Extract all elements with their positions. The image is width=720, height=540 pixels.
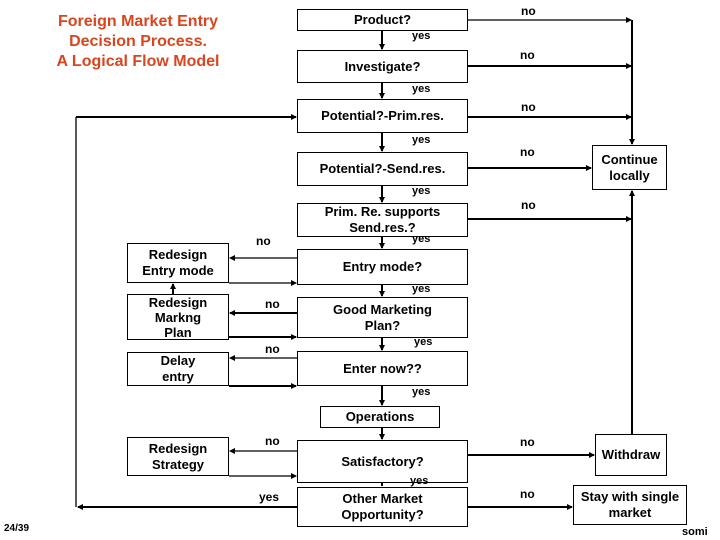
node-potential-prim-label: Potential?-Prim.res. xyxy=(321,108,444,123)
title-line-2: Decision Process. xyxy=(69,33,207,50)
node-operations-label: Operations xyxy=(345,409,415,424)
label-yes: yes xyxy=(414,336,433,348)
title-line-1: Foreign Market Entry xyxy=(57,13,219,30)
node-potential-prim: Potential?-Prim.res. xyxy=(297,99,468,133)
node-redesign-strategy-line-2: Strategy xyxy=(151,456,205,472)
label-no: no xyxy=(265,434,280,448)
node-prim-supports-line-1: Prim. Re. supports xyxy=(324,204,441,219)
node-continue-locally-line-1: Continue xyxy=(601,151,658,167)
label-yes: yes xyxy=(259,490,280,504)
node-good-marketing: Good Marketing Plan? xyxy=(297,297,468,338)
label-yes: yes xyxy=(412,30,431,42)
label-yes: yes xyxy=(412,83,431,95)
label-yes: yes xyxy=(410,475,429,487)
node-redesign-entry-line-2: Entry mode xyxy=(142,263,214,278)
label-no: no xyxy=(521,198,536,212)
node-good-marketing-line-2: Plan? xyxy=(364,317,401,333)
node-other-market-line-2: Opportunity? xyxy=(341,507,424,522)
node-stay-single-line-1: Stay with single xyxy=(580,489,680,504)
node-redesign-marketing: Redesign Markng Plan xyxy=(127,294,229,340)
node-redesign-marketing-line-1: Redesign xyxy=(148,294,208,310)
node-product-label: Product? xyxy=(353,12,412,27)
node-delay-entry-line-2: entry xyxy=(162,369,194,384)
title-line-3: A Logical Flow Model xyxy=(56,53,220,70)
node-withdraw: Withdraw xyxy=(595,434,667,476)
label-no: no xyxy=(521,100,536,114)
author-tag: somi xyxy=(682,526,708,538)
node-investigate: Investigate? xyxy=(297,50,468,83)
node-entry-mode: Entry mode? xyxy=(297,249,468,285)
node-stay-single-market: Stay with single market xyxy=(573,485,687,525)
label-yes: yes xyxy=(412,233,431,245)
label-no: no xyxy=(520,487,535,501)
node-other-market-line-1: Other Market xyxy=(342,491,423,506)
label-yes: yes xyxy=(412,386,431,398)
node-potential-send-label: Potential?-Send.res. xyxy=(319,161,446,176)
label-no: no xyxy=(256,234,271,248)
node-good-marketing-line-1: Good Marketing xyxy=(333,301,432,317)
label-no: no xyxy=(265,297,280,311)
node-prim-supports-line-2: Send.res.? xyxy=(349,220,416,235)
diagram-title: Foreign Market Entry Decision Process. A… xyxy=(18,12,258,72)
node-prim-supports: Prim. Re. supports Send.res.? xyxy=(297,203,468,237)
node-redesign-marketing-line-2: Markng xyxy=(154,309,202,325)
node-other-market: Other Market Opportunity? xyxy=(297,487,468,527)
node-stay-single-line-2: market xyxy=(608,505,652,520)
label-no: no xyxy=(520,48,535,62)
node-delay-entry: Delay entry xyxy=(127,352,229,386)
label-yes: yes xyxy=(412,185,431,197)
node-operations: Operations xyxy=(320,406,440,428)
node-redesign-strategy: Redesign Strategy xyxy=(127,437,229,476)
node-continue-locally: Continue locally xyxy=(592,145,667,190)
node-continue-locally-line-2: locally xyxy=(609,167,650,183)
label-yes: yes xyxy=(412,134,431,146)
node-redesign-strategy-line-1: Redesign xyxy=(148,440,208,456)
label-no: no xyxy=(520,435,535,449)
node-redesign-entry-mode: Redesign Entry mode xyxy=(127,243,229,283)
node-enter-now-label: Enter now?? xyxy=(343,360,422,376)
node-satisfactory-label: Satisfactory? xyxy=(341,453,424,469)
label-no: no xyxy=(520,145,535,159)
node-product: Product? xyxy=(297,9,468,31)
node-potential-send: Potential?-Send.res. xyxy=(297,152,468,186)
node-delay-entry-line-1: Delay xyxy=(160,353,196,368)
page-number: 24/39 xyxy=(4,523,30,534)
label-no: no xyxy=(265,342,280,356)
node-entry-mode-label: Entry mode? xyxy=(342,259,423,274)
node-redesign-entry-line-1: Redesign xyxy=(148,247,208,262)
node-redesign-marketing-line-3: Plan xyxy=(164,324,192,340)
node-satisfactory: Satisfactory? xyxy=(297,440,468,483)
node-withdraw-label: Withdraw xyxy=(601,447,661,462)
node-investigate-label: Investigate? xyxy=(344,58,421,74)
node-enter-now: Enter now?? xyxy=(297,351,468,386)
label-yes: yes xyxy=(412,283,431,295)
label-no: no xyxy=(521,4,536,18)
